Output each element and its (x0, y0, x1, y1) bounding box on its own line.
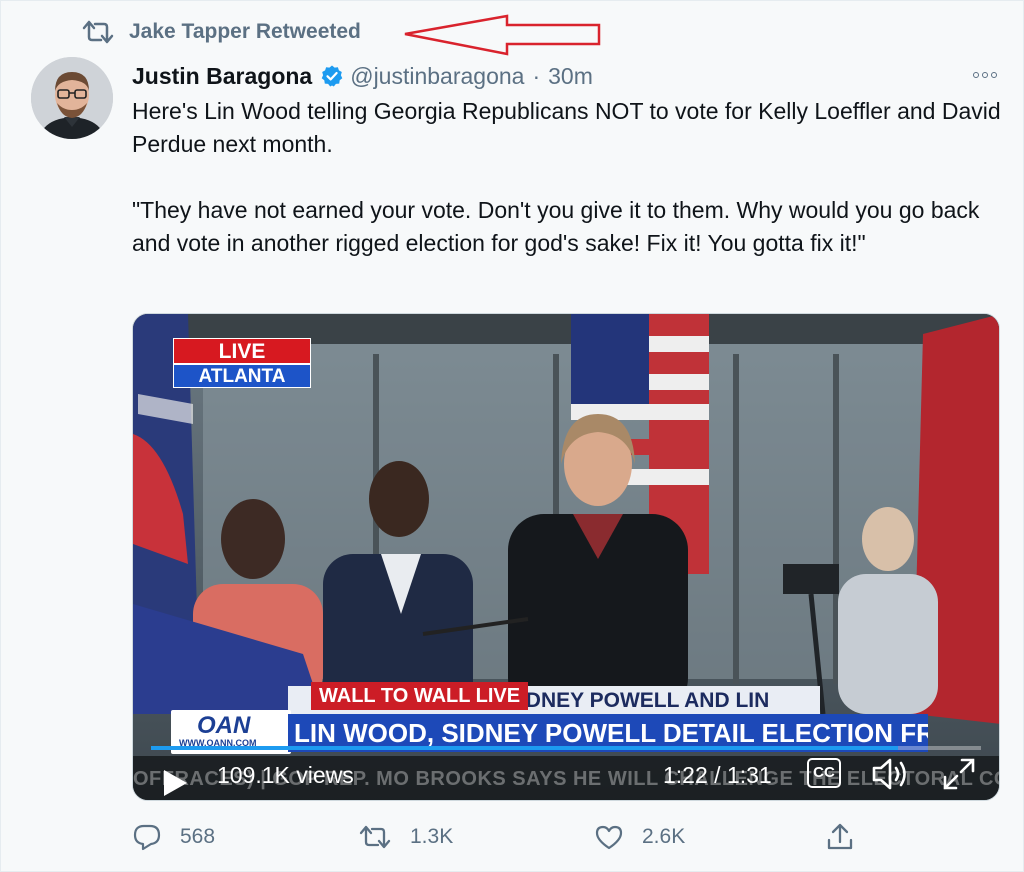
more-options-icon[interactable] (969, 63, 1001, 87)
like-count: 2.6K (642, 825, 686, 848)
tweet-header: Justin Baragona @justinbaragona · 30m (132, 59, 1002, 93)
share-button[interactable] (826, 817, 854, 857)
live-location-bug: LIVE ATLANTA (173, 338, 311, 388)
video-time: 1:22 / 1:31 (663, 762, 772, 788)
progress-fill (151, 746, 898, 750)
like-button[interactable]: 2.6K (594, 817, 685, 857)
fullscreen-icon[interactable] (941, 756, 977, 797)
progress-bar[interactable] (151, 746, 981, 750)
reply-button[interactable]: 568 (132, 817, 215, 857)
view-count: 109.1K views (217, 762, 354, 788)
retweet-context: Jake Tapper Retweeted (81, 17, 361, 47)
video-controls: 109.1K views 1:22 / 1:31 CC (133, 744, 999, 800)
heart-icon (594, 823, 624, 851)
retweet-icon (81, 19, 115, 45)
live-badge: LIVE (173, 338, 311, 364)
volume-icon[interactable] (871, 756, 911, 797)
tweet-paragraph: Here's Lin Wood telling Georgia Republic… (132, 98, 1001, 157)
video-player[interactable]: LIVE ATLANTA LI YS SIDNEY POWELL AND LIN… (132, 313, 1000, 801)
reply-count: 568 (180, 825, 216, 848)
network-logo-text: OAN (197, 712, 251, 739)
tweet-paragraph: "They have not earned your vote. Don't y… (132, 197, 980, 256)
wall-to-wall-banner: WALL TO WALL LIVE (311, 682, 529, 710)
author-name[interactable]: Justin Baragona (132, 63, 312, 90)
reply-icon (132, 822, 162, 852)
retweet-icon (358, 823, 392, 851)
play-icon[interactable] (161, 768, 189, 800)
author-handle[interactable]: @justinbaragona (350, 63, 524, 90)
retweeter-link[interactable]: Jake Tapper Retweeted (129, 20, 361, 44)
share-icon (826, 822, 854, 852)
tweet-text: Here's Lin Wood telling Georgia Republic… (132, 95, 1012, 260)
tweet-timestamp[interactable]: 30m (548, 63, 593, 90)
tweet-actions: 568 1.3K 2.6K (132, 817, 992, 857)
verified-badge-icon (320, 64, 344, 88)
avatar[interactable] (31, 57, 113, 139)
annotation-arrow-icon (401, 13, 605, 64)
tweet-card[interactable]: Jake Tapper Retweeted Justin Baragona @j… (0, 0, 1024, 872)
separator-dot: · (532, 62, 541, 89)
location-badge: ATLANTA (173, 364, 311, 388)
closed-captions-button[interactable]: CC (807, 758, 841, 788)
retweet-button[interactable]: 1.3K (358, 817, 453, 857)
retweet-count: 1.3K (410, 825, 454, 848)
